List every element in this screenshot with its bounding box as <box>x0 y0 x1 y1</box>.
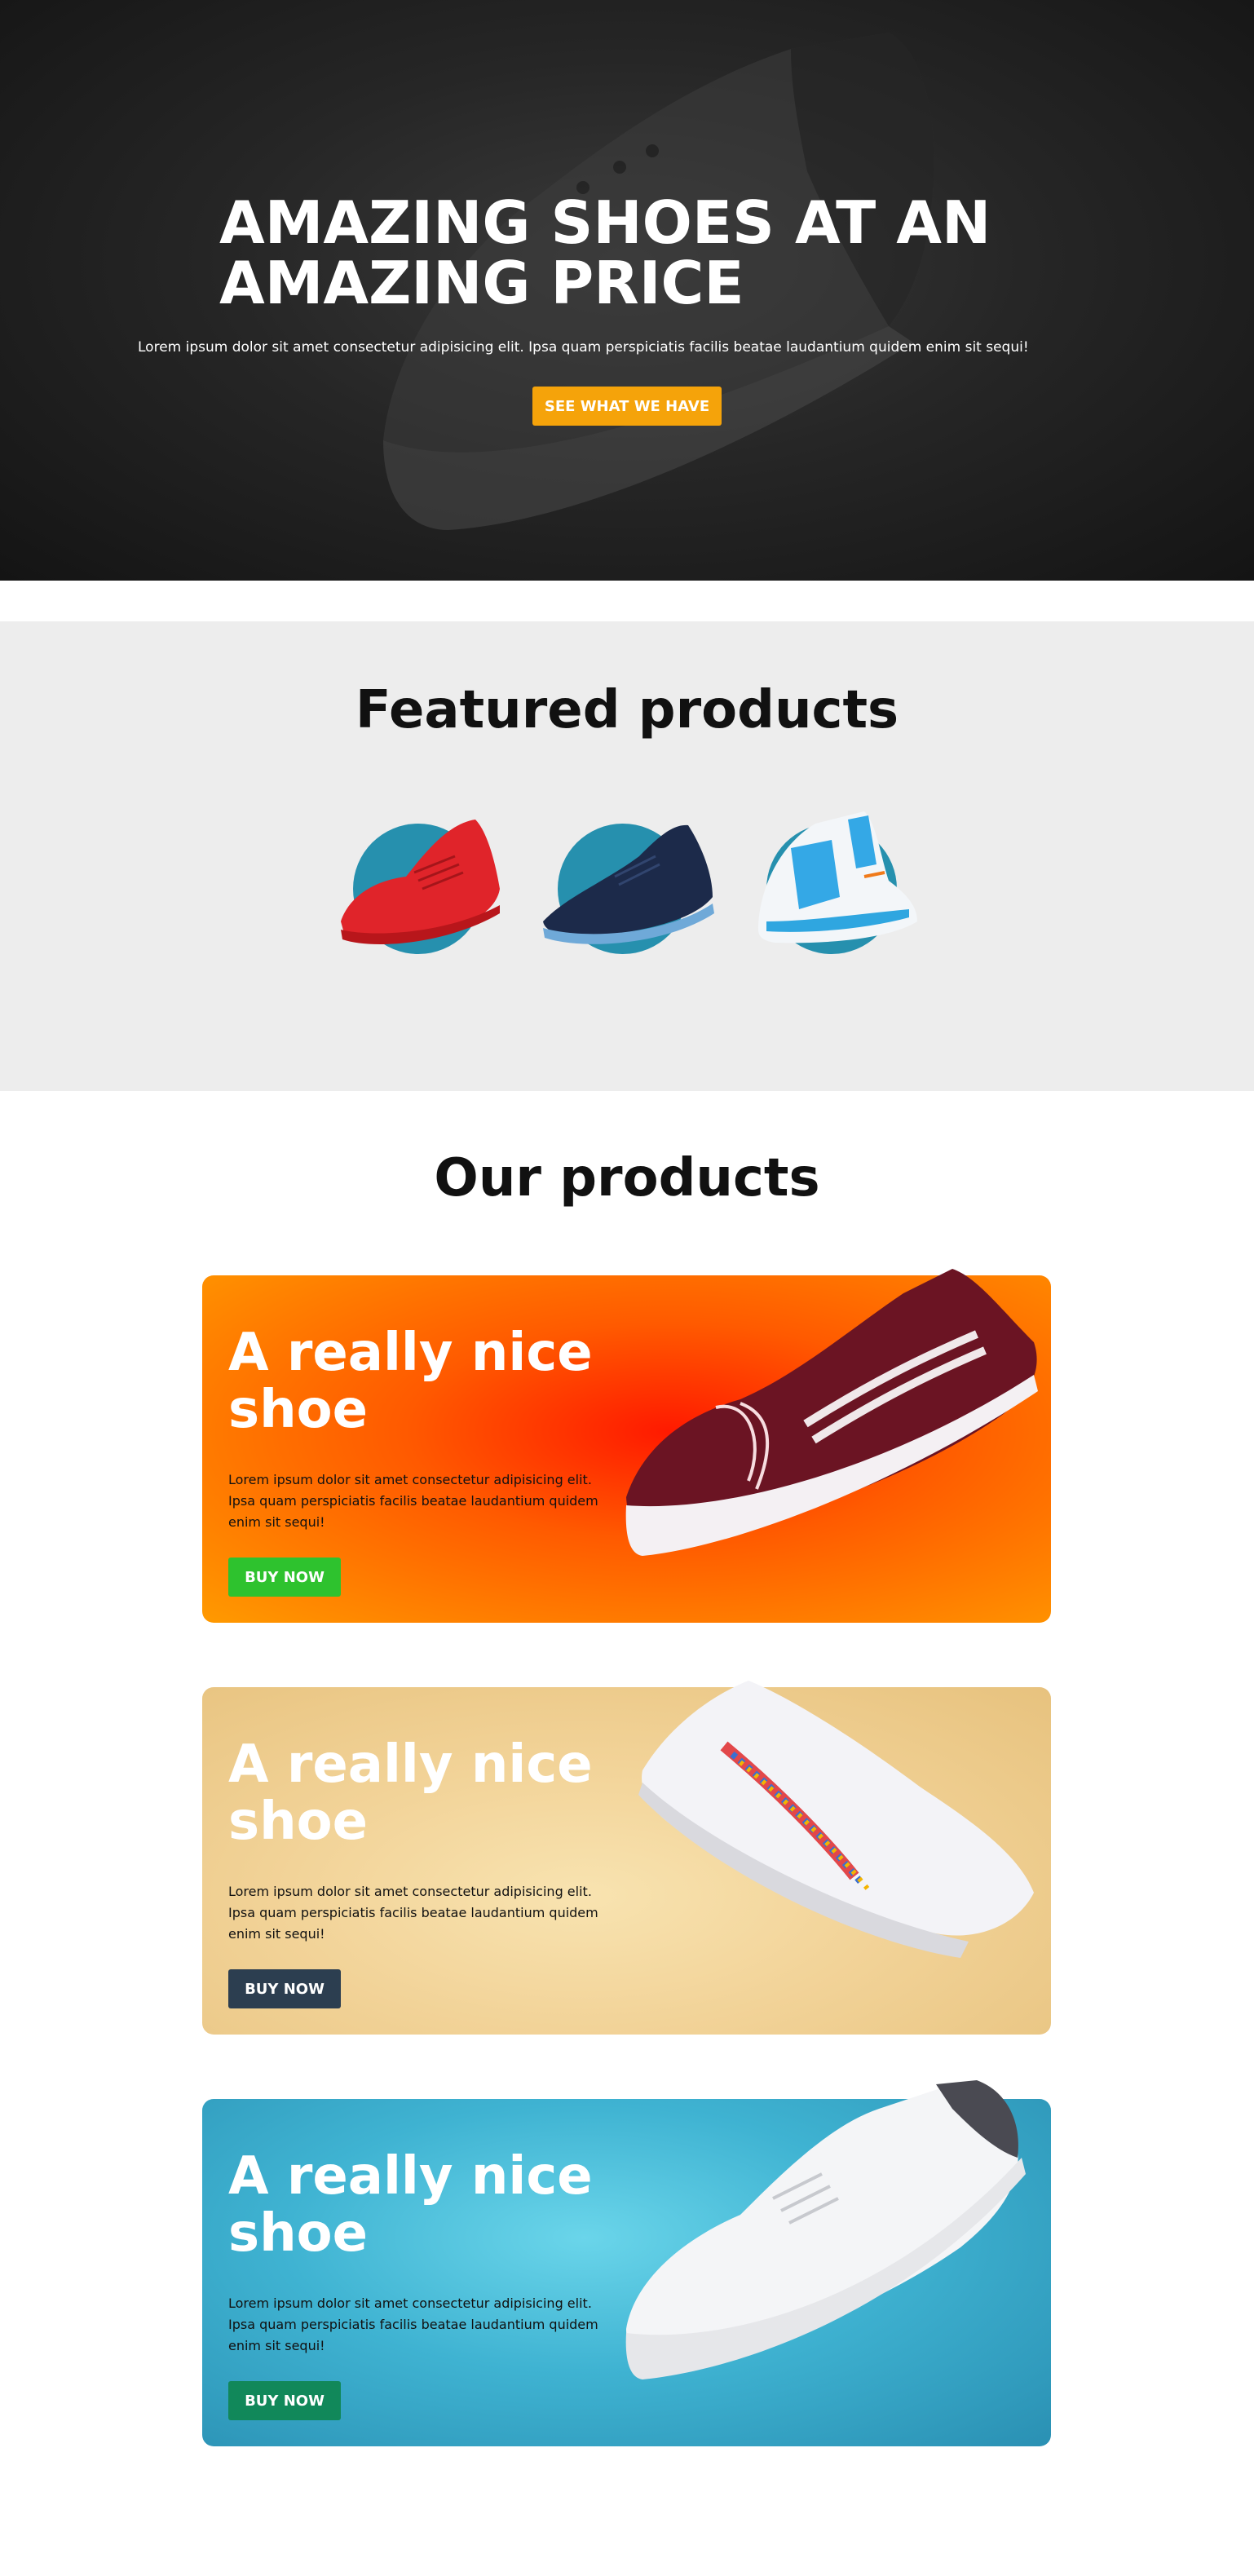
buy-now-button[interactable]: BUY NOW <box>228 1969 341 2008</box>
product-card-title: A really nice shoe <box>228 1734 593 1852</box>
featured-product-red-sneaker[interactable] <box>325 799 512 962</box>
product-card-description: Lorem ipsum dolor sit amet consectetur a… <box>228 1884 598 1942</box>
product-card-3: A really nice shoe Lorem ipsum dolor sit… <box>202 2080 1051 2446</box>
red-sneaker-icon <box>341 820 500 954</box>
buy-now-button[interactable]: BUY NOW <box>228 2381 341 2420</box>
navy-sneaker-icon <box>543 824 714 954</box>
featured-title: Featured products <box>355 680 899 740</box>
product-card-title: A really nice shoe <box>228 2146 593 2264</box>
product-card-title: A really nice shoe <box>228 1323 593 1440</box>
featured-section: Featured products <box>0 621 1254 1091</box>
white-leather-sneaker-icon <box>625 2080 1026 2379</box>
product-card-1: A really nice shoe Lorem ipsum dolor sit… <box>202 1269 1051 1623</box>
hero-subtitle: Lorem ipsum dolor sit amet consectetur a… <box>138 339 1029 356</box>
product-card-description: Lorem ipsum dolor sit amet consectetur a… <box>228 2295 598 2353</box>
product-card-description: Lorem ipsum dolor sit amet consectetur a… <box>228 1472 598 1530</box>
white-puma-sneaker-icon <box>638 1681 1034 1958</box>
buy-now-button[interactable]: BUY NOW <box>228 1558 341 1597</box>
featured-product-blue-high-top[interactable] <box>742 799 929 962</box>
hero-section: AMAZING SHOES AT AN AMAZING PRICE Lorem … <box>0 0 1254 581</box>
product-card-2: A really nice shoe Lorem ipsum dolor sit… <box>202 1681 1051 2035</box>
hero-title: AMAZING SHOES AT AN AMAZING PRICE <box>219 188 991 317</box>
featured-product-navy-sneaker[interactable] <box>533 799 721 962</box>
our-products-title: Our products <box>434 1148 820 1208</box>
maroon-sneaker-icon <box>625 1269 1038 1556</box>
blue-high-top-icon <box>758 811 917 954</box>
see-what-we-have-button[interactable]: SEE WHAT WE HAVE <box>532 387 722 426</box>
